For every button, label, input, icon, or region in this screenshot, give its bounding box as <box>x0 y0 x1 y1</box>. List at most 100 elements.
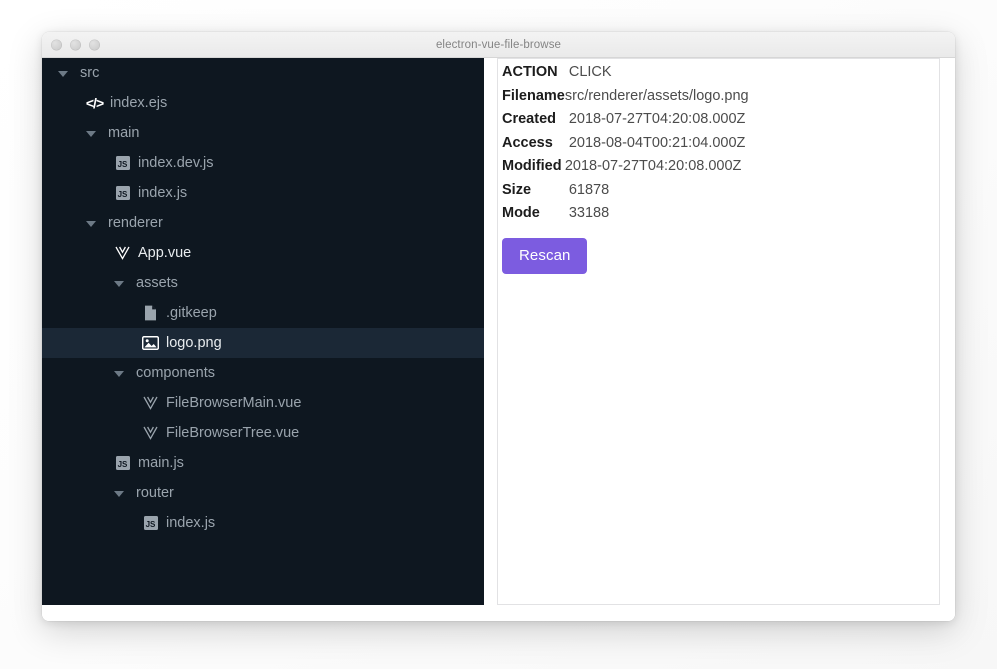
metadata-value: src/renderer/assets/logo.png <box>564 87 749 104</box>
metadata-value: 2018-07-27T04:20:08.000Z <box>568 111 746 127</box>
tree-item-content: main <box>42 125 139 141</box>
metadata-key: Modified <box>502 158 562 174</box>
tree-item-label: App.vue <box>138 245 192 261</box>
panel-divider <box>484 58 497 621</box>
javascript-file-icon: JS <box>114 155 131 172</box>
tree-item-logo-png[interactable]: logo.png <box>42 328 484 358</box>
javascript-badge: JS <box>115 156 130 170</box>
file-tree-panel[interactable]: src </> index.ejs main JS index.dev.js JS index… <box>42 58 484 605</box>
metadata-key: Mode <box>502 205 540 221</box>
tree-item-filebrowsertree-vue[interactable]: FileBrowserTree.vue <box>42 418 484 448</box>
javascript-badge: JS <box>143 516 158 530</box>
tree-item-label: FileBrowserTree.vue <box>166 425 300 441</box>
tree-item-label: .gitkeep <box>166 305 217 321</box>
tree-item--gitkeep[interactable]: .gitkeep <box>42 298 484 328</box>
tree-item-label: index.js <box>138 185 188 201</box>
tree-item-router[interactable]: router <box>42 478 484 508</box>
tree-item-assets[interactable]: assets <box>42 268 484 298</box>
tree-item-main[interactable]: main <box>42 118 484 148</box>
tree-item-label: main.js <box>138 455 184 471</box>
tree-item-label: renderer <box>108 215 163 231</box>
metadata-key: Created <box>502 111 556 127</box>
chevron-down-icon[interactable] <box>114 488 125 499</box>
tree-item-content: renderer <box>42 215 163 231</box>
javascript-badge: JS <box>115 456 130 470</box>
metadata-value: 2018-08-04T00:21:04.000Z <box>568 134 746 151</box>
tree-item-label: router <box>136 485 174 501</box>
rescan-button[interactable]: Rescan <box>502 237 588 274</box>
tree-item-renderer[interactable]: renderer <box>42 208 484 238</box>
tree-item-content: JS index.js <box>42 185 187 202</box>
tree-item-main-js[interactable]: JS main.js <box>42 448 484 478</box>
metadata-row: Filename src/renderer/assets/logo.png <box>502 87 749 113</box>
tree-item-label: assets <box>136 275 178 291</box>
tree-item-index-dev-js[interactable]: JS index.dev.js <box>42 148 484 178</box>
code-file-icon: </> <box>85 95 104 111</box>
metadata-value: CLICK <box>568 64 612 80</box>
minimize-light-icon[interactable] <box>70 39 81 50</box>
javascript-badge: JS <box>115 186 130 200</box>
metadata-value: 33188 <box>568 205 610 221</box>
tree-item-content: JS index.js <box>42 515 215 532</box>
tree-item-content: App.vue <box>42 245 191 262</box>
tree-item-src[interactable]: src <box>42 58 484 88</box>
tree-item-label: index.js <box>166 515 216 531</box>
chevron-down-icon[interactable] <box>114 368 125 379</box>
tree-item-label: src <box>80 65 100 81</box>
window-title: electron-vue-file-browse <box>435 38 562 51</box>
tree-item-content: JS index.dev.js <box>42 155 214 172</box>
tree-item-index-ejs[interactable]: </> index.ejs <box>42 88 484 118</box>
tree-item-content: src <box>42 65 99 81</box>
tree-item-index-js[interactable]: JS index.js <box>42 178 484 208</box>
window-content: src </> index.ejs main JS index.dev.js JS index… <box>42 58 955 621</box>
tree-item-app-vue[interactable]: App.vue <box>42 238 484 268</box>
javascript-file-icon: JS <box>114 455 131 472</box>
metadata-value: 2018-07-27T04:20:08.000Z <box>564 158 742 174</box>
zoom-light-icon[interactable] <box>89 39 100 50</box>
metadata-key: Access <box>502 134 553 151</box>
traffic-light-group <box>51 39 100 50</box>
close-light-icon[interactable] <box>51 39 62 50</box>
metadata-row: Mode 33188 <box>502 206 749 230</box>
file-details-panel: ACTION CLICK Filename src/renderer/assets/l… <box>497 58 940 605</box>
metadata-row: Size 61878 <box>502 181 749 207</box>
metadata-key: Filename <box>502 87 565 104</box>
vue-file-icon <box>142 395 159 412</box>
javascript-file-icon: JS <box>142 515 159 532</box>
desktop-background: electron-vue-file-browse src </> index.ejs… <box>0 0 997 669</box>
tree-item-label: main <box>108 125 140 141</box>
tree-item-content: router <box>42 485 174 501</box>
javascript-file-icon: JS <box>114 185 131 202</box>
metadata-row: ACTION CLICK <box>502 65 749 89</box>
chevron-down-icon[interactable] <box>86 128 97 139</box>
metadata-key: Size <box>502 181 532 198</box>
file-metadata-table: ACTION CLICK Filename src/renderer/assets/l… <box>502 65 749 230</box>
tree-item-label: index.dev.js <box>138 155 214 171</box>
metadata-value: 61878 <box>568 181 610 198</box>
chevron-down-icon[interactable] <box>114 278 125 289</box>
tree-item-content: logo.png <box>42 335 222 352</box>
metadata-key: ACTION <box>502 64 558 80</box>
tree-item-content: FileBrowserMain.vue <box>42 395 301 412</box>
image-file-icon <box>142 335 159 352</box>
vue-file-icon <box>114 245 131 262</box>
document-file-icon <box>142 305 159 322</box>
tree-item-label: components <box>136 365 215 381</box>
tree-item-content: FileBrowserTree.vue <box>42 425 299 442</box>
chevron-down-icon[interactable] <box>58 68 69 79</box>
metadata-row: Created 2018-07-27T04:20:08.000Z <box>502 112 749 136</box>
tree-item-content: components <box>42 365 215 381</box>
vue-file-icon <box>142 425 159 442</box>
tree-item-label: FileBrowserMain.vue <box>166 395 302 411</box>
tree-item-content: .gitkeep <box>42 305 217 322</box>
tree-item-content: JS main.js <box>42 455 184 472</box>
metadata-row: Modified 2018-07-27T04:20:08.000Z <box>502 159 749 183</box>
application-window: electron-vue-file-browse src </> index.ejs… <box>42 32 955 621</box>
tree-item-index-js[interactable]: JS index.js <box>42 508 484 538</box>
tree-item-components[interactable]: components <box>42 358 484 388</box>
metadata-row: Access 2018-08-04T00:21:04.000Z <box>502 134 749 160</box>
tree-item-filebrowsermain-vue[interactable]: FileBrowserMain.vue <box>42 388 484 418</box>
tree-item-label: logo.png <box>166 335 222 351</box>
tree-item-label: index.ejs <box>110 95 168 111</box>
chevron-down-icon[interactable] <box>86 218 97 229</box>
